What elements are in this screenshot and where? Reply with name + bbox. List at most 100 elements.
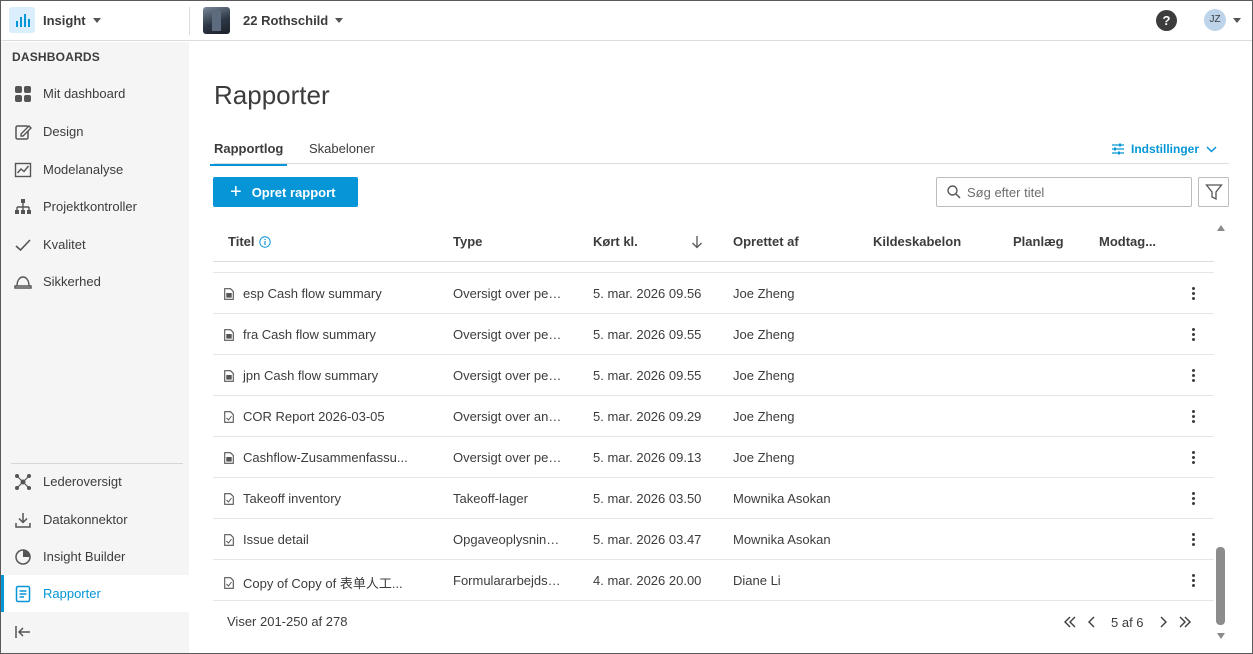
sidebar-heading: DASHBOARDS <box>12 50 101 64</box>
column-header-created-by[interactable]: Oprettet af <box>733 234 799 249</box>
more-options-icon[interactable] <box>1185 366 1201 384</box>
last-page-icon[interactable] <box>1174 612 1196 632</box>
sidebar-item-sikkerhed[interactable]: Sikkerhed <box>1 263 189 300</box>
pie-icon <box>14 548 32 566</box>
sidebar: DASHBOARDS Mit dashboard Design Modelana… <box>1 42 189 653</box>
sidebar-item-lederoversigt[interactable]: Lederoversigt <box>1 463 189 500</box>
sidebar-item-insight-builder[interactable]: Insight Builder <box>1 538 189 575</box>
app-switcher[interactable]: Insight <box>9 6 101 34</box>
more-options-icon[interactable] <box>1185 571 1201 589</box>
previous-page-icon[interactable] <box>1081 612 1103 632</box>
search-box <box>936 177 1192 207</box>
table-row[interactable]: Takeoff inventory Takeoff-lager 5. mar. … <box>213 478 1214 519</box>
sidebar-item-datakonnektor[interactable]: Datakonnektor <box>1 501 189 538</box>
column-header-schedule[interactable]: Planlæg <box>1013 234 1064 249</box>
table-row[interactable]: Cashflow-Zusammenfassu... Oversigt over … <box>213 437 1214 478</box>
grid-icon <box>14 85 32 103</box>
sidebar-item-label: Kvalitet <box>43 237 86 252</box>
column-header-title[interactable]: Titel <box>228 234 271 249</box>
help-button[interactable]: ? <box>1156 10 1177 31</box>
avatar: JZ <box>1204 9 1226 31</box>
divider <box>189 7 190 35</box>
row-type: Oversigt over anm... <box>453 409 565 424</box>
row-title[interactable]: esp Cash flow summary <box>224 286 414 301</box>
download-icon <box>14 511 32 529</box>
more-options-icon[interactable] <box>1185 448 1201 466</box>
filter-button[interactable] <box>1198 177 1229 207</box>
sidebar-item-label: Projektkontroller <box>43 199 137 214</box>
sidebar-item-label: Mit dashboard <box>43 86 126 101</box>
row-type: Oversigt over pen... <box>453 286 565 301</box>
document-icon <box>224 369 243 382</box>
row-title[interactable]: Takeoff inventory <box>224 491 414 506</box>
row-type: Opgaveoplysninger <box>453 532 565 547</box>
sort-descending-icon[interactable] <box>691 235 703 249</box>
more-options-icon[interactable] <box>1185 325 1201 343</box>
scrollbar-thumb[interactable] <box>1216 547 1225 625</box>
document-outline-icon <box>224 533 243 546</box>
more-options-icon[interactable] <box>1185 284 1201 302</box>
app-name: Insight <box>43 12 86 28</box>
column-header-source-template[interactable]: Kildeskabelon <box>873 234 961 249</box>
user-menu[interactable]: JZ <box>1204 9 1241 31</box>
sidebar-item-label: Rapporter <box>43 586 101 601</box>
plus-icon: + <box>230 181 242 203</box>
table-row[interactable]: Issue detail Opgaveoplysninger 5. mar. 2… <box>213 519 1214 560</box>
tab-skabeloner[interactable]: Skabeloner <box>309 141 375 164</box>
column-header-recipients[interactable]: Modtag... <box>1099 234 1156 249</box>
next-page-icon[interactable] <box>1152 612 1174 632</box>
sidebar-item-label: Sikkerhed <box>43 274 101 289</box>
row-title[interactable]: Cashflow-Zusammenfassu... <box>224 450 414 465</box>
sidebar-item-modelanalyse[interactable]: Modelanalyse <box>1 151 189 188</box>
row-title-text: Copy of Copy of 表单人工... <box>243 576 403 591</box>
row-date: 5. mar. 2026 03.47 <box>593 532 702 547</box>
more-options-icon[interactable] <box>1185 489 1201 507</box>
tab-rapportlog[interactable]: Rapportlog <box>210 141 288 166</box>
more-options-icon[interactable] <box>1185 530 1201 548</box>
search-input[interactable] <box>967 184 1167 200</box>
scroll-up-icon[interactable] <box>1217 225 1225 231</box>
row-date: 5. mar. 2026 09.55 <box>593 327 702 342</box>
project-selector[interactable]: 22 Rothschild <box>203 6 344 34</box>
document-icon <box>224 328 243 341</box>
chevron-down-icon <box>335 17 344 23</box>
sidebar-item-projektkontroller[interactable]: Projektkontroller <box>1 188 189 225</box>
sidebar-item-kvalitet[interactable]: Kvalitet <box>1 226 189 263</box>
sidebar-item-rapporter[interactable]: Rapporter <box>1 575 189 612</box>
table-row[interactable]: esp Cash flow summary Oversigt over pen.… <box>213 273 1214 314</box>
first-page-icon[interactable] <box>1059 612 1081 632</box>
column-header-type[interactable]: Type <box>453 234 482 249</box>
row-title-text: Issue detail <box>243 532 309 547</box>
create-report-label: Opret rapport <box>251 184 336 200</box>
table-row[interactable]: COR Report 2026-03-05 Oversigt over anm.… <box>213 396 1214 437</box>
column-title-label: Titel <box>228 234 255 249</box>
scroll-down-icon[interactable] <box>1217 633 1225 639</box>
row-title[interactable]: Issue detail <box>224 532 414 547</box>
info-icon[interactable] <box>258 235 271 248</box>
table-row[interactable]: jpn Cash flow summary Oversigt over pen.… <box>213 355 1214 396</box>
more-options-icon[interactable] <box>1185 407 1201 425</box>
row-owner: Mownika Asokan <box>733 532 831 547</box>
edit-icon <box>14 123 32 141</box>
table-row[interactable]: fra Cash flow summary Oversigt over pen.… <box>213 314 1214 355</box>
row-owner: Mownika Asokan <box>733 491 831 506</box>
row-owner: Joe Zheng <box>733 327 795 342</box>
collapse-sidebar-button[interactable] <box>1 613 189 650</box>
table-row[interactable]: Copy of Copy of 表单人工... Formulararbejdso… <box>213 560 1214 601</box>
row-title-text: fra Cash flow summary <box>243 327 376 342</box>
row-title[interactable]: Copy of Copy of 表单人工... <box>224 573 414 592</box>
row-title[interactable]: jpn Cash flow summary <box>224 368 414 383</box>
row-title[interactable]: COR Report 2026-03-05 <box>224 409 414 424</box>
sidebar-item-design[interactable]: Design <box>1 113 189 150</box>
chevron-down-icon <box>1206 145 1217 153</box>
sidebar-item-mit-dashboard[interactable]: Mit dashboard <box>1 75 189 112</box>
create-report-button[interactable]: + Opret rapport <box>213 177 358 207</box>
row-date: 5. mar. 2026 03.50 <box>593 491 702 506</box>
column-header-run-at[interactable]: Kørt kl. <box>593 234 638 249</box>
row-title[interactable]: fra Cash flow summary <box>224 327 414 342</box>
settings-dropdown[interactable]: Indstillinger <box>1111 142 1217 156</box>
table-scrollbar[interactable] <box>1215 222 1227 642</box>
sidebar-item-label: Modelanalyse <box>43 162 124 177</box>
pagination: 5 af 6 <box>1059 612 1196 632</box>
row-title-text: COR Report 2026-03-05 <box>243 409 385 424</box>
